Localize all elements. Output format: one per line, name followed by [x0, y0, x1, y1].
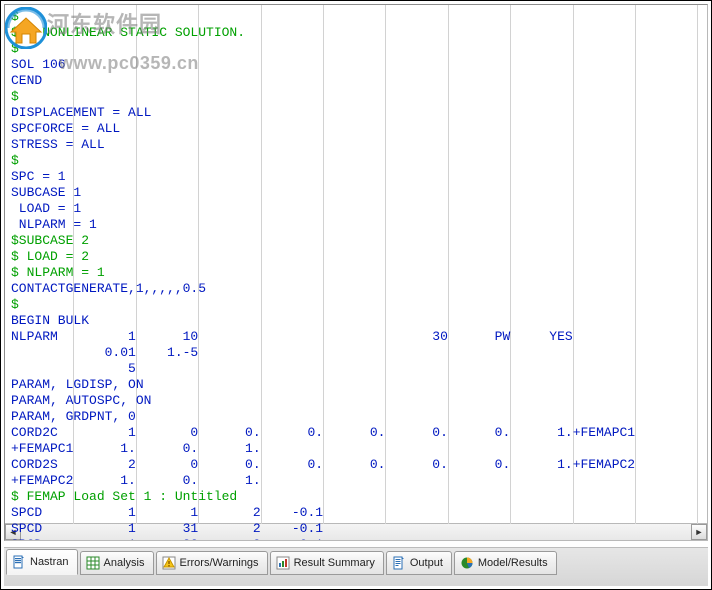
- grid-green-icon: [86, 556, 100, 570]
- tab-nastran[interactable]: Nastran: [6, 549, 78, 575]
- tab-analysis[interactable]: Analysis: [80, 551, 154, 575]
- pie-icon: [460, 556, 474, 570]
- tab-output[interactable]: Output: [386, 551, 452, 575]
- tab-label: Model/Results: [478, 557, 548, 569]
- app-frame: 河东软件园 www.pc0359.cn $$ NONLINEAR STATIC …: [0, 0, 712, 590]
- code-text-content: $$ NONLINEAR STATIC SOLUTION.$SOL 106CEN…: [5, 5, 707, 541]
- tab-label: Output: [410, 557, 443, 569]
- chart-icon: [276, 556, 290, 570]
- tab-label: Analysis: [104, 557, 145, 569]
- bottom-tabbar: Nastran Analysis Errors/Warnings Result Sum…: [4, 549, 708, 575]
- code-editor-viewport[interactable]: $$ NONLINEAR STATIC SOLUTION.$SOL 106CEN…: [4, 4, 708, 541]
- tab-label: Errors/Warnings: [180, 557, 259, 569]
- doc-blue-icon: [12, 555, 26, 569]
- tab-label: Nastran: [30, 556, 69, 568]
- tab-errors[interactable]: Errors/Warnings: [156, 551, 268, 575]
- tab-modelres[interactable]: Model/Results: [454, 551, 557, 575]
- watermark-logo-icon: [5, 7, 47, 49]
- warn-icon: [162, 556, 176, 570]
- doc-page-icon: [392, 556, 406, 570]
- tab-resultsum[interactable]: Result Summary: [270, 551, 384, 575]
- tab-label: Result Summary: [294, 557, 375, 569]
